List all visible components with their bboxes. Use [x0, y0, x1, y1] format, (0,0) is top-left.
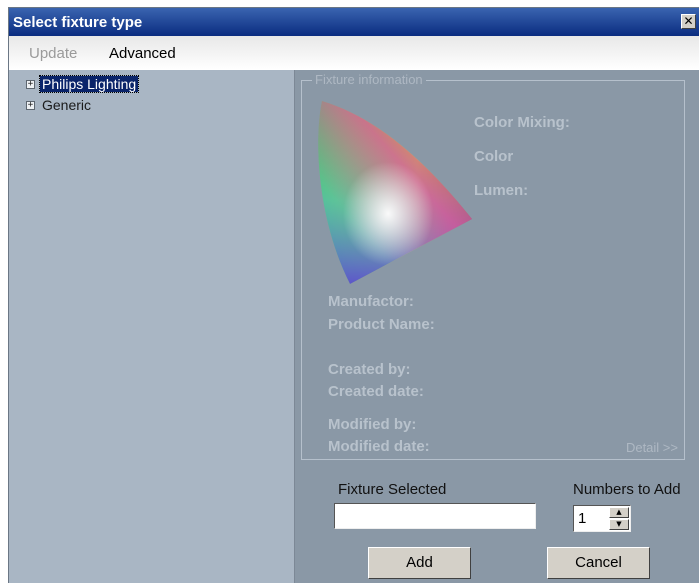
- color-mixing-label: Color Mixing:: [474, 114, 570, 131]
- add-button[interactable]: Add: [368, 547, 471, 579]
- manufactor-label: Manufactor:: [328, 293, 414, 310]
- plus-icon[interactable]: +: [26, 101, 35, 110]
- created-date-label: Created date:: [328, 383, 424, 400]
- fixture-information-group: Fixture information Color Mixing: Color …: [301, 72, 685, 460]
- color-gamut-icon: [318, 101, 472, 284]
- title-bar[interactable]: Select fixture type ✕: [9, 8, 699, 36]
- fixture-selected-label: Fixture Selected: [338, 481, 447, 498]
- modified-by-label: Modified by:: [328, 416, 417, 433]
- detail-link[interactable]: Detail >>: [626, 440, 678, 455]
- product-name-label: Product Name:: [328, 316, 435, 333]
- fixture-tree[interactable]: + Philips Lighting + Generic: [10, 70, 295, 583]
- numbers-to-add-label: Numbers to Add: [573, 481, 681, 498]
- numbers-to-add-stepper[interactable]: 1 ▲ ▼: [573, 505, 631, 532]
- up-arrow-icon[interactable]: ▲: [609, 507, 629, 518]
- close-icon[interactable]: ✕: [681, 14, 696, 29]
- menu-update[interactable]: Update: [29, 45, 77, 62]
- group-legend: Fixture information: [312, 72, 426, 87]
- menu-bar: Update Advanced: [9, 36, 699, 70]
- created-by-label: Created by:: [328, 361, 411, 378]
- tree-item-label: Philips Lighting: [38, 75, 140, 93]
- fixture-selected-field[interactable]: [334, 503, 536, 529]
- color-label: Color: [474, 148, 514, 165]
- modified-date-label: Modified date:: [328, 438, 430, 455]
- select-fixture-dialog: Select fixture type ✕ Update Advanced + …: [8, 7, 699, 583]
- down-arrow-icon[interactable]: ▼: [609, 519, 629, 530]
- numbers-to-add-value[interactable]: 1: [578, 510, 586, 527]
- tree-item-label: Generic: [42, 97, 92, 113]
- menu-advanced[interactable]: Advanced: [109, 45, 176, 62]
- lumen-label: Lumen:: [474, 182, 529, 199]
- cancel-button[interactable]: Cancel: [547, 547, 650, 579]
- plus-icon[interactable]: +: [26, 80, 35, 89]
- fixture-details-panel: Fixture information Color Mixing: Color …: [295, 70, 699, 583]
- window-title: Select fixture type: [13, 14, 143, 31]
